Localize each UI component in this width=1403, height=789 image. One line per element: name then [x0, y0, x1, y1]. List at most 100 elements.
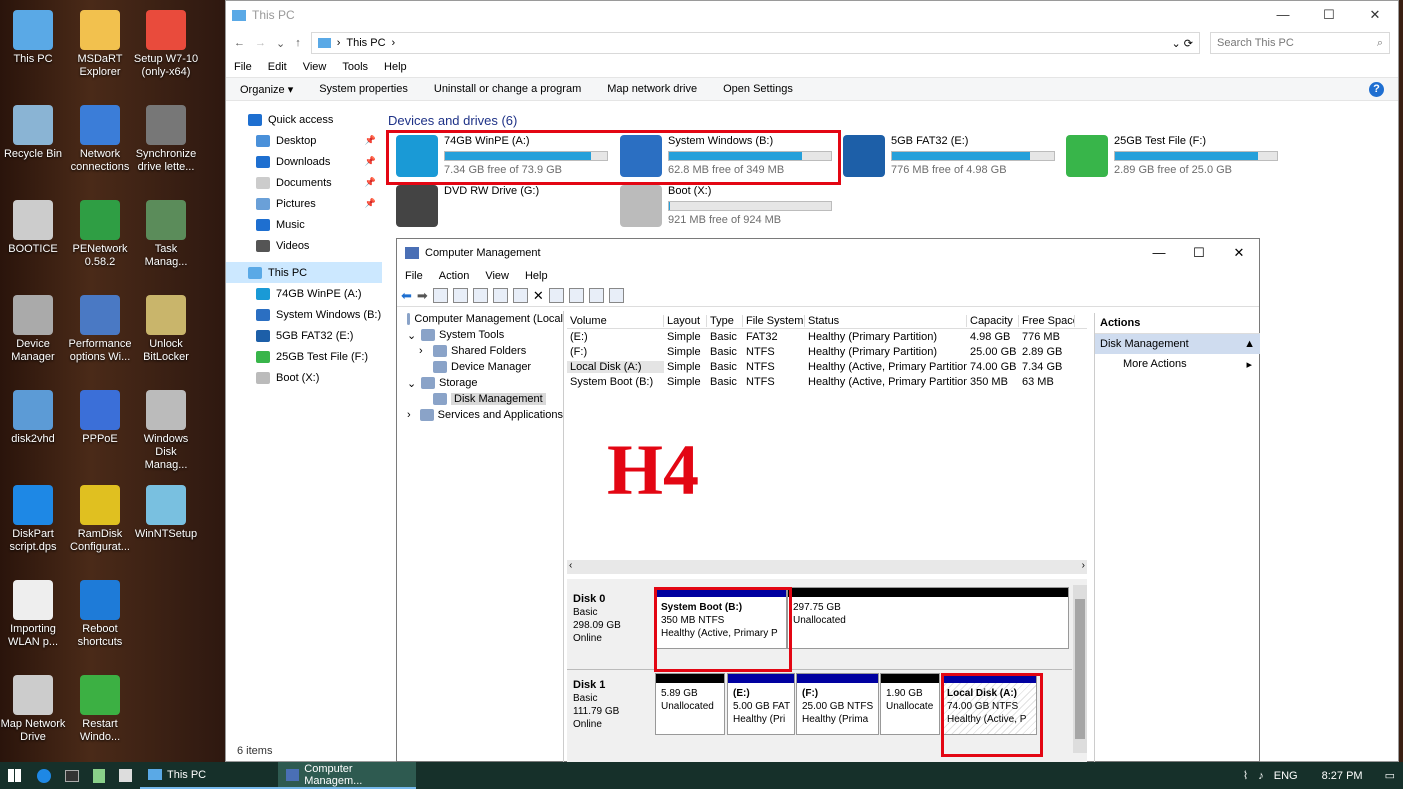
- nav-item[interactable]: This PC: [226, 262, 382, 283]
- chevron-icon[interactable]: ›: [407, 409, 416, 421]
- tree-node[interactable]: Disk Management: [397, 391, 563, 407]
- nav-item[interactable]: Boot (X:): [226, 367, 382, 388]
- desktop-icon[interactable]: PPPoE: [67, 390, 133, 446]
- language-indicator[interactable]: ENG: [1274, 770, 1298, 782]
- nav-item[interactable]: 5GB FAT32 (E:): [226, 325, 382, 346]
- pin-icon[interactable]: 📌: [365, 135, 376, 146]
- command-button[interactable]: Open Settings: [723, 83, 793, 95]
- drive-tile[interactable]: 5GB FAT32 (E:) 776 MB free of 4.98 GB: [843, 135, 1055, 177]
- drive-tile[interactable]: DVD RW Drive (G:): [396, 185, 608, 227]
- desktop-icon[interactable]: Task Manag...: [133, 200, 199, 269]
- taskbar-item-computer-management[interactable]: Computer Managem...: [278, 762, 416, 789]
- network-icon[interactable]: ⌇: [1243, 769, 1248, 782]
- desktop-icon[interactable]: PENetwork 0.58.2: [67, 200, 133, 269]
- tree-node[interactable]: ⌄ System Tools: [397, 327, 563, 343]
- nav-item[interactable]: Desktop 📌: [226, 130, 382, 151]
- desktop-icon[interactable]: disk2vhd: [0, 390, 66, 446]
- refresh-icon[interactable]: [512, 288, 528, 303]
- drive-tile[interactable]: Boot (X:) 921 MB free of 924 MB: [620, 185, 832, 227]
- clock[interactable]: 8:27 PM: [1322, 770, 1363, 782]
- search-input[interactable]: Search This PC ⌕: [1210, 32, 1390, 54]
- cmd-icon[interactable]: [65, 769, 79, 782]
- chevron-icon[interactable]: ⌄: [407, 329, 417, 342]
- menu-item[interactable]: Help: [384, 61, 407, 73]
- column-header[interactable]: Status: [805, 314, 967, 327]
- column-header[interactable]: Volume: [567, 314, 664, 327]
- open-folder-icon[interactable]: [568, 288, 584, 303]
- menu-item[interactable]: File: [234, 61, 252, 73]
- menu-item[interactable]: Action: [439, 270, 470, 282]
- tree-node[interactable]: › Shared Folders: [397, 343, 563, 359]
- desktop-icon[interactable]: Reboot shortcuts: [67, 580, 133, 649]
- start-button[interactable]: [0, 762, 29, 789]
- chevron-icon[interactable]: ⌄: [407, 377, 417, 390]
- menu-item[interactable]: Tools: [342, 61, 368, 73]
- app-icon[interactable]: [37, 768, 51, 783]
- volume-icon[interactable]: ♪: [1258, 770, 1264, 782]
- address-bar[interactable]: › This PC › ⌄ ⟳: [310, 32, 1200, 54]
- desktop-icon[interactable]: This PC: [0, 10, 66, 66]
- search-icon[interactable]: [588, 288, 604, 303]
- properties-icon[interactable]: [548, 288, 564, 303]
- pin-icon[interactable]: 📌: [365, 198, 376, 209]
- desktop-icon[interactable]: Unlock BitLocker: [133, 295, 199, 364]
- help-icon[interactable]: [472, 288, 488, 303]
- nav-item[interactable]: Videos: [226, 235, 382, 256]
- chevron-down-icon[interactable]: ⌄: [276, 37, 285, 50]
- command-button[interactable]: Organize ▾: [240, 83, 293, 96]
- disk-icon[interactable]: [608, 288, 624, 303]
- back-arrow-icon[interactable]: ⬅: [401, 288, 412, 304]
- maximize-icon[interactable]: ☐: [1179, 245, 1219, 261]
- nav-item[interactable]: System Windows (B:): [226, 304, 382, 325]
- command-button[interactable]: Map network drive: [607, 83, 697, 95]
- nav-item[interactable]: Pictures 📌: [226, 193, 382, 214]
- minimize-icon[interactable]: —: [1139, 245, 1179, 261]
- menu-item[interactable]: File: [405, 270, 423, 282]
- folder-icon[interactable]: [432, 288, 448, 303]
- volume-row[interactable]: (F:) Simple Basic NTFS Healthy (Primary Part…: [567, 344, 1087, 359]
- disk-icon[interactable]: [119, 769, 132, 782]
- chevron-right-icon[interactable]: ›: [1082, 560, 1085, 574]
- forward-arrow-icon[interactable]: ➡: [417, 288, 428, 304]
- horizontal-scrollbar[interactable]: ‹ ›: [567, 560, 1087, 574]
- desktop-icon[interactable]: MSDaRT Explorer: [67, 10, 133, 79]
- up-arrow-icon[interactable]: ↑: [295, 37, 301, 49]
- command-button[interactable]: Uninstall or change a program: [434, 83, 581, 95]
- desktop-icon[interactable]: Restart Windo...: [67, 675, 133, 744]
- desktop-icon[interactable]: Network connections: [67, 105, 133, 174]
- taskbar-item-this-pc[interactable]: This PC: [140, 762, 278, 789]
- tree-node[interactable]: › Services and Applications: [397, 407, 563, 423]
- help-icon[interactable]: ?: [1369, 81, 1384, 97]
- volume-row[interactable]: Local Disk (A:) Simple Basic NTFS Healthy (A…: [567, 359, 1087, 374]
- menu-item[interactable]: Edit: [268, 61, 287, 73]
- forward-arrow-icon[interactable]: →: [255, 37, 266, 49]
- desktop-icon[interactable]: Setup W7-10 (only-x64): [133, 10, 199, 79]
- partition[interactable]: (F:) 25.00 GB NTFS Healthy (Prima: [796, 673, 879, 735]
- delete-icon[interactable]: ✕: [533, 288, 544, 304]
- volume-row[interactable]: (E:) Simple Basic FAT32 Healthy (Primary Par…: [567, 329, 1087, 344]
- partition[interactable]: 5.89 GB Unallocated: [655, 673, 725, 735]
- column-header[interactable]: Free Space: [1019, 314, 1075, 327]
- desktop-icon[interactable]: Synchronize drive lette...: [133, 105, 199, 174]
- command-button[interactable]: System properties: [319, 83, 408, 95]
- chevron-left-icon[interactable]: ‹: [569, 560, 572, 574]
- menu-item[interactable]: Help: [525, 270, 548, 282]
- nav-item[interactable]: Documents 📌: [226, 172, 382, 193]
- menu-item[interactable]: View: [303, 61, 327, 73]
- tree-node[interactable]: Computer Management (Local: [397, 311, 563, 327]
- more-actions[interactable]: More Actions ▸: [1095, 354, 1260, 375]
- notifications-icon[interactable]: ▭: [1385, 769, 1395, 782]
- grid-icon[interactable]: [452, 288, 468, 303]
- minimize-icon[interactable]: —: [1260, 7, 1306, 23]
- pin-icon[interactable]: 📌: [365, 156, 376, 167]
- desktop-icon[interactable]: WinNTSetup: [133, 485, 199, 541]
- desktop-icon[interactable]: Windows Disk Manag...: [133, 390, 199, 472]
- desktop-icon[interactable]: RamDisk Configurat...: [67, 485, 133, 554]
- refresh-icon[interactable]: ⌄ ⟳: [1172, 37, 1194, 50]
- tree-node[interactable]: ⌄ Storage: [397, 375, 563, 391]
- back-arrow-icon[interactable]: ←: [234, 37, 245, 49]
- partition[interactable]: (E:) 5.00 GB FAT Healthy (Pri: [727, 673, 795, 735]
- menu-item[interactable]: View: [485, 270, 509, 282]
- scroll-thumb[interactable]: [1075, 599, 1085, 739]
- partition[interactable]: 297.75 GB Unallocated: [787, 587, 1069, 649]
